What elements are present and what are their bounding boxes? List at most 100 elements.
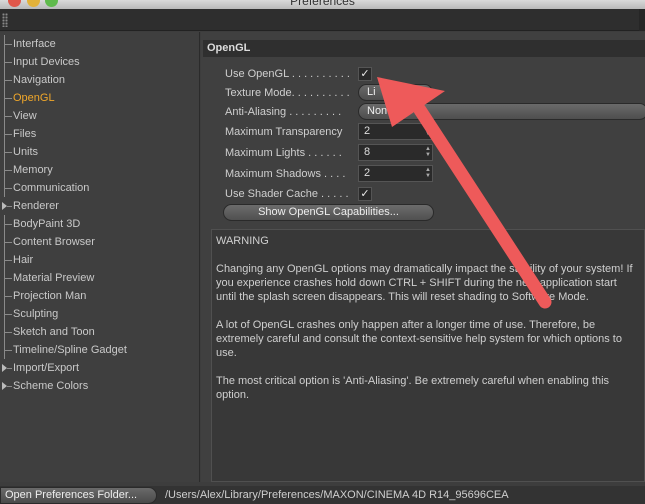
use-shader-cache-label: Use Shader Cache . . . . . — [225, 188, 349, 200]
tree-branch — [4, 350, 12, 351]
open-preferences-folder-button[interactable]: Open Preferences Folder... — [0, 487, 157, 504]
opengl-settings-panel: OpenGL Use OpenGL . . . . . . . . . . ✓ … — [201, 32, 645, 482]
title-bar: Preferences — [0, 0, 645, 9]
sidebar-item-navigation[interactable]: Navigation — [0, 71, 200, 89]
warning-text-area: WARNING Changing any OpenGL options may … — [211, 229, 645, 482]
sidebar-item-label: Sketch and Toon — [13, 326, 95, 338]
sidebar-item-label: Import/Export — [13, 362, 80, 374]
sidebar-item-label: Timeline/Spline Gadget — [13, 344, 127, 356]
sidebar-item-label: BodyPaint 3D — [13, 218, 81, 230]
max-transparency-label: Maximum Transparency — [225, 126, 343, 138]
tree-branch — [4, 98, 12, 99]
sidebar-item-bodypaint-3d[interactable]: BodyPaint 3D — [0, 215, 200, 233]
toolbar-strip — [0, 9, 645, 31]
tree-branch — [7, 386, 12, 387]
warning-paragraph: Changing any OpenGL options may dramatic… — [216, 263, 633, 303]
sidebar-item-sketch-and-toon[interactable]: Sketch and Toon — [0, 323, 200, 341]
tree-branch — [4, 134, 12, 135]
sidebar-item-label: Communication — [13, 182, 90, 194]
tree-branch — [4, 260, 12, 261]
drag-grip-icon[interactable] — [2, 13, 8, 27]
status-bar: Open Preferences Folder... /Users/Alex/L… — [0, 486, 645, 504]
max-shadows-label: Maximum Shadows . . . . — [225, 168, 346, 180]
use-shader-cache-checkbox[interactable]: ✓ — [358, 187, 372, 201]
sidebar-item-label: Files — [13, 128, 37, 140]
texture-mode-label: Texture Mode. . . . . . . . . . — [225, 87, 350, 99]
stepper-arrows-icon[interactable]: ▲ ▼ — [425, 125, 431, 138]
tree-branch — [4, 170, 12, 171]
sidebar-item-import-export[interactable]: Import/Export — [0, 359, 200, 377]
tree-branch — [4, 278, 12, 279]
sidebar-item-label: OpenGL — [13, 92, 55, 104]
tree-branch — [4, 188, 12, 189]
sidebar-item-hair[interactable]: Hair — [0, 251, 200, 269]
tree-branch — [7, 368, 12, 369]
sidebar-item-label: View — [13, 110, 37, 122]
sidebar-item-view[interactable]: View — [0, 107, 200, 125]
sidebar-item-input-devices[interactable]: Input Devices — [0, 53, 200, 71]
sidebar-item-material-preview[interactable]: Material Preview — [0, 269, 200, 287]
warning-paragraph: A lot of OpenGL crashes only happen afte… — [216, 319, 622, 359]
warning-heading: WARNING — [216, 235, 269, 247]
max-transparency-field[interactable]: 2 ▲ ▼ — [358, 123, 433, 140]
sidebar-item-label: Units — [13, 146, 39, 158]
sidebar-item-label: Navigation — [13, 74, 65, 86]
window-edge — [639, 9, 645, 31]
sidebar-item-label: Interface — [13, 38, 56, 50]
sidebar-item-units[interactable]: Units — [0, 143, 200, 161]
anti-aliasing-dropdown[interactable]: Non — [358, 103, 645, 120]
max-lights-value: 8 — [364, 146, 371, 158]
tree-branch — [4, 116, 12, 117]
texture-mode-value: Li — [367, 86, 376, 98]
max-lights-field[interactable]: 8 ▲ ▼ — [358, 144, 433, 161]
stepper-arrows-icon[interactable]: ▲ ▼ — [425, 146, 431, 159]
tree-branch — [4, 242, 12, 243]
sidebar-item-label: Hair — [13, 254, 34, 266]
use-opengl-checkbox[interactable]: ✓ — [358, 67, 372, 81]
sidebar-item-files[interactable]: Files — [0, 125, 200, 143]
tree-branch — [4, 152, 12, 153]
tree-branch — [4, 44, 12, 45]
sidebar-item-label: Projection Man — [13, 290, 87, 302]
show-opengl-capabilities-button[interactable]: Show OpenGL Capabilities... — [223, 204, 434, 221]
stepper-arrows-icon[interactable]: ▲ ▼ — [425, 167, 431, 180]
warning-paragraph: The most critical option is 'Anti-Aliasi… — [216, 375, 610, 401]
sidebar-item-label: Memory — [13, 164, 53, 176]
window-title: Preferences — [290, 0, 355, 8]
section-title: OpenGL — [203, 40, 645, 57]
tree-branch — [7, 206, 12, 207]
tree-branch — [4, 62, 12, 63]
sidebar-item-label: Input Devices — [13, 56, 80, 68]
sidebar-item-label: Material Preview — [13, 272, 95, 284]
anti-aliasing-value: Non — [367, 105, 388, 117]
tree-branch — [4, 296, 12, 297]
texture-mode-dropdown[interactable]: Li — [358, 84, 433, 101]
sidebar-item-projection-man[interactable]: Projection Man — [0, 287, 200, 305]
sidebar-item-content-browser[interactable]: Content Browser — [0, 233, 200, 251]
sidebar-item-opengl[interactable]: OpenGL — [0, 89, 200, 107]
sidebar-item-label: Renderer — [13, 200, 59, 212]
max-transparency-value: 2 — [364, 125, 371, 137]
sidebar-item-label: Content Browser — [13, 236, 95, 248]
sidebar-item-memory[interactable]: Memory — [0, 161, 200, 179]
chevron-down-icon — [416, 91, 424, 95]
tree-branch — [4, 332, 12, 333]
sidebar-item-timeline-spline-gadget[interactable]: Timeline/Spline Gadget — [0, 341, 200, 359]
sidebar-item-label: Sculpting — [13, 308, 59, 320]
sidebar-item-label: Scheme Colors — [13, 380, 89, 392]
anti-aliasing-label: Anti-Aliasing . . . . . . . . . — [225, 106, 342, 118]
sidebar-item-sculpting[interactable]: Sculpting — [0, 305, 200, 323]
use-opengl-label: Use OpenGL . . . . . . . . . . — [225, 68, 350, 80]
tree-branch — [4, 224, 12, 225]
sidebar-item-communication[interactable]: Communication — [0, 179, 200, 197]
max-shadows-value: 2 — [364, 167, 371, 179]
preferences-category-tree: Interface Input Devices Navigation OpenG… — [0, 32, 200, 482]
max-lights-label: Maximum Lights . . . . . . — [225, 147, 342, 159]
tree-branch — [4, 314, 12, 315]
max-shadows-field[interactable]: 2 ▲ ▼ — [358, 165, 433, 182]
sidebar-item-interface[interactable]: Interface — [0, 35, 200, 53]
sidebar-item-renderer[interactable]: Renderer — [0, 197, 200, 215]
sidebar-item-scheme-colors[interactable]: Scheme Colors — [0, 377, 200, 395]
preferences-path: /Users/Alex/Library/Preferences/MAXON/CI… — [165, 489, 509, 501]
tree-branch — [4, 80, 12, 81]
